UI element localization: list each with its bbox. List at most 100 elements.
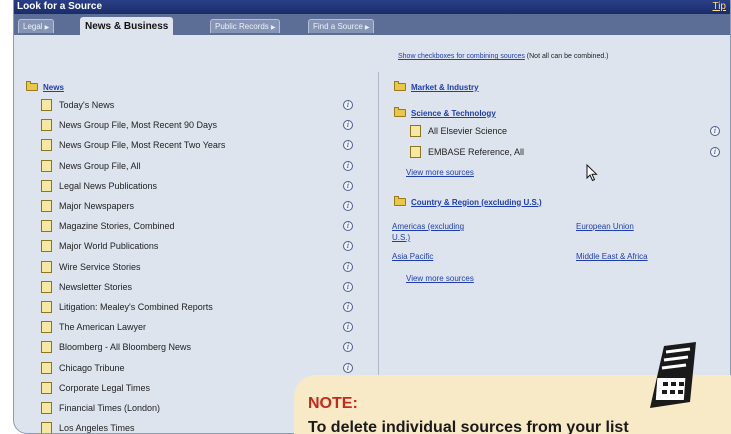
source-label[interactable]: Wire Service Stories [59,262,141,272]
source-label[interactable]: Financial Times (London) [59,403,160,413]
document-icon [41,361,52,374]
source-row[interactable]: Newsletter Stories [41,279,132,295]
note-text: To delete individual sources from your l… [308,419,629,434]
folder-icon [394,81,406,91]
info-icon[interactable]: i [343,120,353,131]
info-icon[interactable]: i [343,261,353,272]
category-link[interactable]: Country & Region (excluding U.S.) [411,198,542,207]
category-link[interactable]: News [43,83,64,92]
info-icon[interactable]: i [343,160,353,171]
info-icon[interactable]: i [710,146,720,157]
source-label[interactable]: EMBASE Reference, All [428,147,524,157]
source-label[interactable]: Major Newspapers [59,201,134,211]
info-icon[interactable]: i [343,100,353,110]
notepad-calculator-icon [650,342,696,408]
info-icon[interactable]: i [343,201,353,211]
document-icon [41,139,52,152]
tab-arrow-icon: ▶ [364,25,370,31]
document-icon [41,179,52,192]
source-row[interactable]: Wire Service Stories [41,259,141,275]
source-row[interactable]: Bloomberg - All Bloomberg News [41,339,191,355]
source-row[interactable]: Financial Times (London) [41,400,160,416]
category-country-region[interactable]: Country & Region (excluding U.S.) [394,195,542,209]
category-market-industry[interactable]: Market & Industry [394,80,479,94]
tab-legal[interactable]: Legal ▶ [18,19,55,33]
info-icon[interactable]: i [710,126,720,136]
region-americas-link[interactable]: Americas (excluding U.S.) [392,221,477,243]
document-icon [41,402,52,414]
source-row[interactable]: Legal News Publications [41,178,157,194]
source-row[interactable]: Today's News [41,97,114,113]
document-icon [410,125,421,137]
info-icon[interactable]: i [343,281,353,292]
folder-icon [26,81,38,91]
source-label[interactable]: Newsletter Stories [59,282,132,292]
source-row[interactable]: Los Angeles Times [41,420,135,433]
source-row[interactable]: Major Newspapers [41,198,134,214]
info-icon[interactable]: i [343,362,353,373]
tip-link[interactable]: Tip [712,0,726,14]
info-icon[interactable]: i [343,302,353,312]
region-european-union-link[interactable]: European Union [576,221,634,232]
source-label[interactable]: News Group File, Most Recent Two Years [59,140,225,150]
source-label[interactable]: Chicago Tribune [59,363,125,373]
document-icon [41,159,52,172]
source-label[interactable]: All Elsevier Science [428,126,507,136]
source-row[interactable]: EMBASE Reference, All [410,144,524,160]
show-checkboxes-link[interactable]: Show checkboxes for combining sources [398,53,525,60]
category-science-technology[interactable]: Science & Technology [394,106,496,120]
document-icon [41,381,52,394]
source-label[interactable]: The American Lawyer [59,322,146,332]
window-title: Look for a Source [17,1,103,12]
view-more-regions-link[interactable]: View more sources [406,274,474,283]
source-label[interactable]: News Group File, Most Recent 90 Days [59,120,217,130]
note-heading: NOTE: [308,395,358,412]
document-icon [41,119,52,132]
source-row[interactable]: News Group File, Most Recent 90 Days [41,117,217,133]
source-row[interactable]: All Elsevier Science [410,123,507,139]
source-row[interactable]: Litigation: Mealey's Combined Reports [41,299,213,315]
info-icon[interactable]: i [343,342,353,353]
source-row[interactable]: Magazine Stories, Combined [41,218,175,234]
source-label[interactable]: News Group File, All [59,161,141,171]
info-icon[interactable]: i [343,322,353,333]
source-row[interactable]: News Group File, All [41,158,141,174]
source-row[interactable]: Corporate Legal Times [41,380,150,396]
source-label[interactable]: Legal News Publications [59,181,157,191]
region-middle-east-africa-link[interactable]: Middle East & Africa [576,251,648,262]
source-row[interactable]: Chicago Tribune [41,360,125,376]
info-icon[interactable]: i [343,221,353,232]
document-icon [41,260,52,273]
source-label[interactable]: Magazine Stories, Combined [59,221,175,231]
mouse-cursor-icon [586,164,598,182]
view-more-science-link[interactable]: View more sources [406,168,474,177]
source-label[interactable]: Corporate Legal Times [59,383,150,393]
source-label[interactable]: Litigation: Mealey's Combined Reports [59,302,213,312]
info-icon[interactable]: i [343,241,353,252]
source-window: Look for a Source Tip Legal ▶ News & Busi… [13,0,731,434]
document-icon [41,321,52,334]
category-link[interactable]: Market & Industry [411,83,479,92]
info-icon[interactable]: i [343,140,353,151]
folder-icon [394,196,406,206]
category-link[interactable]: Science & Technology [411,109,496,118]
source-row[interactable]: The American Lawyer [41,319,146,335]
info-icon[interactable]: i [343,180,353,191]
source-label[interactable]: Major World Publications [59,241,158,251]
title-bar: Look for a Source Tip [14,0,730,14]
source-row[interactable]: News Group File, Most Recent Two Years [41,137,225,153]
document-icon [41,301,52,313]
source-label[interactable]: Today's News [59,100,114,110]
source-label[interactable]: Los Angeles Times [59,423,135,433]
source-label[interactable]: Bloomberg - All Bloomberg News [59,342,191,352]
tab-public-records[interactable]: Public Records ▶ [210,19,281,33]
source-row[interactable]: Major World Publications [41,238,158,254]
tab-find-a-source[interactable]: Find a Source ▶ [308,19,375,33]
tab-arrow-icon: ▶ [270,25,276,31]
combine-instruction: Show checkboxes for combining sources (N… [398,53,609,60]
region-asia-pacific-link[interactable]: Asia Pacific [392,251,433,262]
combine-note: (Not all can be combined.) [526,53,609,60]
category-news[interactable]: News [26,80,64,94]
tab-news-business[interactable]: News & Business [80,17,174,35]
document-icon [41,280,52,293]
